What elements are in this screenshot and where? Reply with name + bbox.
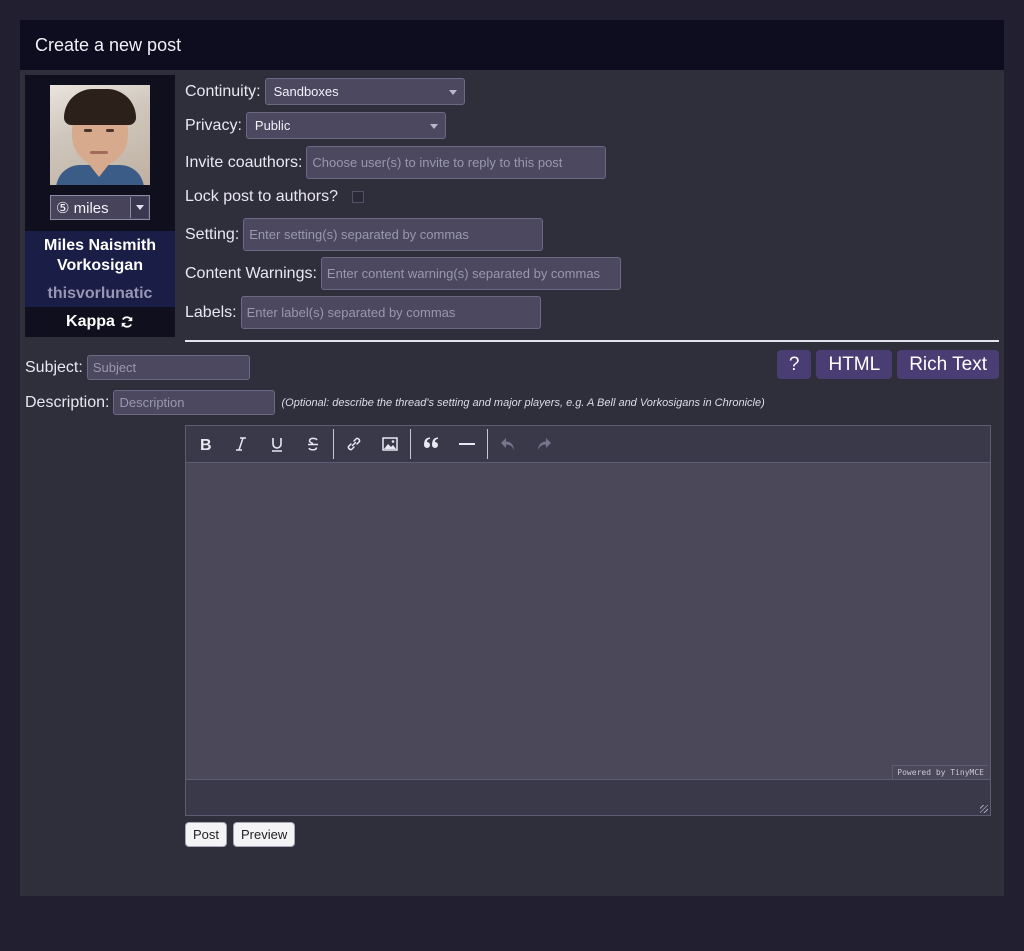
chevron-down-icon: [448, 90, 457, 95]
continuity-select[interactable]: Sandboxes: [264, 78, 465, 105]
image-icon[interactable]: [372, 426, 408, 462]
setting-input[interactable]: Enter setting(s) separated by commas: [243, 218, 544, 251]
continuity-row: Continuity: Sandboxes: [185, 78, 465, 105]
description-hint: (Optional: describe the thread's setting…: [281, 396, 765, 409]
toolbar-separator: [333, 429, 334, 459]
description-input[interactable]: Description: [113, 390, 276, 415]
resize-handle-icon[interactable]: [980, 805, 988, 813]
privacy-label: Privacy:: [185, 116, 242, 134]
privacy-select[interactable]: Public: [245, 112, 446, 139]
subject-row: Subject: Subject: [25, 355, 250, 380]
privacy-row: Privacy: Public: [185, 112, 446, 139]
setting-row: Setting: Enter setting(s) separated by c…: [185, 218, 544, 251]
coauthors-input[interactable]: Choose user(s) to invite to reply to thi…: [306, 146, 607, 179]
alias-value: ⑤ miles: [56, 199, 109, 217]
warnings-input[interactable]: Enter content warning(s) separated by co…: [320, 257, 621, 290]
board-name[interactable]: Kappa: [25, 307, 175, 337]
lock-label: Lock post to authors?: [185, 188, 338, 205]
board-name-text: Kappa: [66, 313, 115, 330]
bold-icon[interactable]: B: [187, 426, 223, 462]
panel-title: Create a new post: [20, 20, 1004, 70]
strikethrough-icon[interactable]: [295, 426, 331, 462]
preview-button[interactable]: Preview: [233, 822, 296, 847]
post-button[interactable]: Post: [185, 822, 228, 847]
italic-icon[interactable]: [223, 426, 259, 462]
character-avatar[interactable]: [50, 85, 150, 185]
privacy-value: Public: [254, 118, 291, 133]
continuity-value: Sandboxes: [273, 84, 339, 99]
editor-content-area[interactable]: Powered by TinyMCE: [186, 463, 990, 779]
rich-text-editor: B Powered by TinyMCE: [185, 425, 991, 816]
link-icon[interactable]: [336, 426, 372, 462]
subject-input[interactable]: Subject: [86, 355, 250, 380]
toolbar-separator: [487, 429, 488, 459]
alias-select[interactable]: ⑤ miles: [50, 195, 150, 220]
coauthors-label: Invite coauthors:: [185, 153, 303, 171]
chevron-down-icon: [429, 124, 438, 129]
character-card: ⑤ miles Miles Naismith Vorkosigan thisvo…: [25, 75, 175, 337]
blockquote-icon[interactable]: [413, 426, 449, 462]
divider: [185, 340, 999, 342]
subject-label: Subject:: [25, 358, 83, 376]
chevron-down-icon: [130, 197, 148, 218]
warnings-row: Content Warnings: Enter content warning(…: [185, 257, 621, 290]
description-label: Description:: [25, 393, 110, 411]
redo-icon[interactable]: [526, 426, 562, 462]
labels-input[interactable]: Enter label(s) separated by commas: [240, 296, 541, 329]
character-name-text: Miles Naismith Vorkosigan: [43, 237, 157, 274]
underline-icon[interactable]: [259, 426, 295, 462]
refresh-icon[interactable]: [120, 315, 134, 329]
character-name[interactable]: Miles Naismith Vorkosigan: [25, 231, 175, 281]
warnings-label: Content Warnings:: [185, 264, 317, 282]
coauthors-row: Invite coauthors: Choose user(s) to invi…: [185, 146, 607, 179]
description-row: Description: Description (Optional: desc…: [25, 390, 765, 415]
horizontal-rule-icon[interactable]: [449, 426, 485, 462]
labels-label: Labels:: [185, 303, 237, 321]
labels-row: Labels: Enter label(s) separated by comm…: [185, 296, 541, 329]
lock-checkbox[interactable]: [351, 191, 364, 203]
rich-text-mode-button[interactable]: Rich Text: [897, 350, 999, 379]
continuity-label: Continuity:: [185, 82, 261, 100]
svg-text:B: B: [200, 437, 212, 452]
undo-icon[interactable]: [490, 426, 526, 462]
editor-mode-tabs: ? HTML Rich Text: [776, 350, 999, 379]
setting-label: Setting:: [185, 225, 240, 243]
editor-toolbar: B: [186, 426, 990, 463]
html-mode-button[interactable]: HTML: [816, 350, 893, 379]
post-panel: Create a new post ⑤ miles Miles Naismith…: [20, 20, 1004, 896]
toolbar-separator: [410, 429, 411, 459]
powered-by-badge[interactable]: Powered by TinyMCE: [892, 765, 988, 779]
username[interactable]: thisvorlunatic: [25, 281, 175, 307]
lock-row: Lock post to authors?: [185, 188, 364, 206]
help-button[interactable]: ?: [776, 350, 812, 379]
editor-statusbar: [186, 779, 990, 815]
